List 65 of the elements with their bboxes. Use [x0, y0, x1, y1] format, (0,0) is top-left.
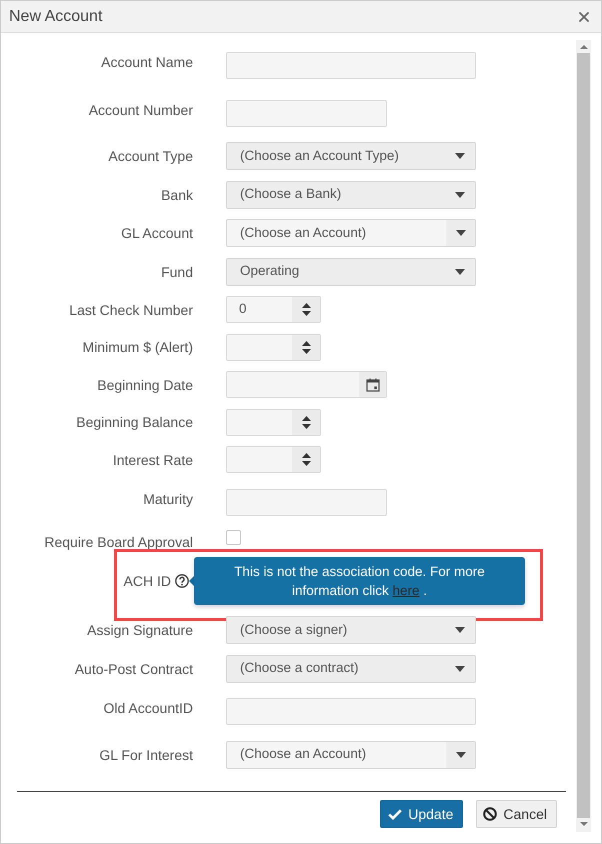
field-label: Beginning Date: [96, 376, 193, 394]
check-icon: [388, 808, 402, 820]
caret-icon: [455, 666, 465, 672]
spinner-button[interactable]: [292, 297, 320, 322]
dropdown[interactable]: (Choose an Account Type): [226, 142, 476, 170]
number-field[interactable]: [226, 334, 321, 360]
field-label: GL For Interest: [98, 746, 193, 764]
caret-icon: [455, 268, 465, 274]
text-field[interactable]: [226, 100, 387, 126]
caret-icon: [455, 627, 465, 633]
spinner-icon: [302, 453, 310, 466]
spinner-button[interactable]: [292, 447, 320, 472]
dropdown[interactable]: (Choose a contract): [226, 654, 476, 682]
field-label: Require Board Approval: [43, 533, 193, 552]
checkbox[interactable]: [226, 530, 241, 545]
field-label: Bank: [160, 186, 193, 204]
dropdown[interactable]: (Choose a Bank): [226, 180, 476, 208]
spinner-icon: [302, 340, 310, 354]
field-label: Interest Rate: [112, 450, 193, 470]
text-field[interactable]: [226, 488, 387, 516]
scroll-down-icon[interactable]: [580, 822, 588, 826]
field-label: Account Type: [107, 147, 193, 166]
caret-icon: [456, 752, 466, 758]
update-button[interactable]: Update: [380, 800, 464, 828]
spinner-icon: [302, 303, 310, 316]
text-field[interactable]: [226, 698, 476, 725]
field-label: ACH ID: [124, 572, 171, 591]
dropdown[interactable]: (Choose an Account): [226, 219, 476, 247]
dropdown[interactable]: (Choose an Account): [226, 740, 476, 768]
field-label: Maturity: [142, 490, 193, 508]
dropdown-button[interactable]: [446, 742, 475, 768]
field-label: Auto-Post Contract: [74, 660, 193, 678]
help-icon[interactable]: [175, 574, 189, 588]
dropdown-button[interactable]: [446, 220, 475, 246]
spinner-button[interactable]: [292, 410, 320, 434]
number-field[interactable]: [226, 446, 321, 473]
field-label: Last Check Number: [68, 300, 193, 320]
text-field[interactable]: [226, 52, 476, 79]
caret-icon: [455, 192, 465, 198]
field-label: Account Number: [88, 100, 193, 120]
spinner-button[interactable]: [292, 334, 320, 360]
field-label: Fund: [160, 262, 193, 282]
field-label: Minimum $ (Alert): [82, 338, 193, 357]
calendar-icon: [366, 378, 380, 392]
dropdown[interactable]: Operating: [226, 258, 476, 286]
scrollbar-thumb[interactable]: [577, 53, 590, 818]
number-field[interactable]: 0: [226, 296, 321, 323]
field-label: Beginning Balance: [75, 413, 193, 432]
date-field[interactable]: [226, 371, 387, 398]
spinner-icon: [302, 416, 310, 428]
field-label: GL Account: [120, 224, 193, 243]
dialog-title: New Account: [9, 6, 102, 26]
close-icon[interactable]: [579, 12, 589, 22]
number-field[interactable]: [226, 408, 321, 436]
field-label: Old AccountID: [102, 699, 193, 718]
field-label: Assign Signature: [86, 621, 193, 640]
caret-icon: [456, 230, 466, 236]
field-label: Account Name: [100, 53, 193, 72]
scroll-up-icon[interactable]: [580, 45, 588, 49]
dropdown[interactable]: (Choose a signer): [226, 616, 476, 644]
caret-icon: [455, 153, 465, 159]
calendar-button[interactable]: [359, 372, 386, 397]
ban-icon: [483, 807, 498, 821]
tooltip-text: This is not the association code. For more information click here .: [233, 563, 486, 600]
cancel-button[interactable]: Cancel: [476, 800, 557, 828]
